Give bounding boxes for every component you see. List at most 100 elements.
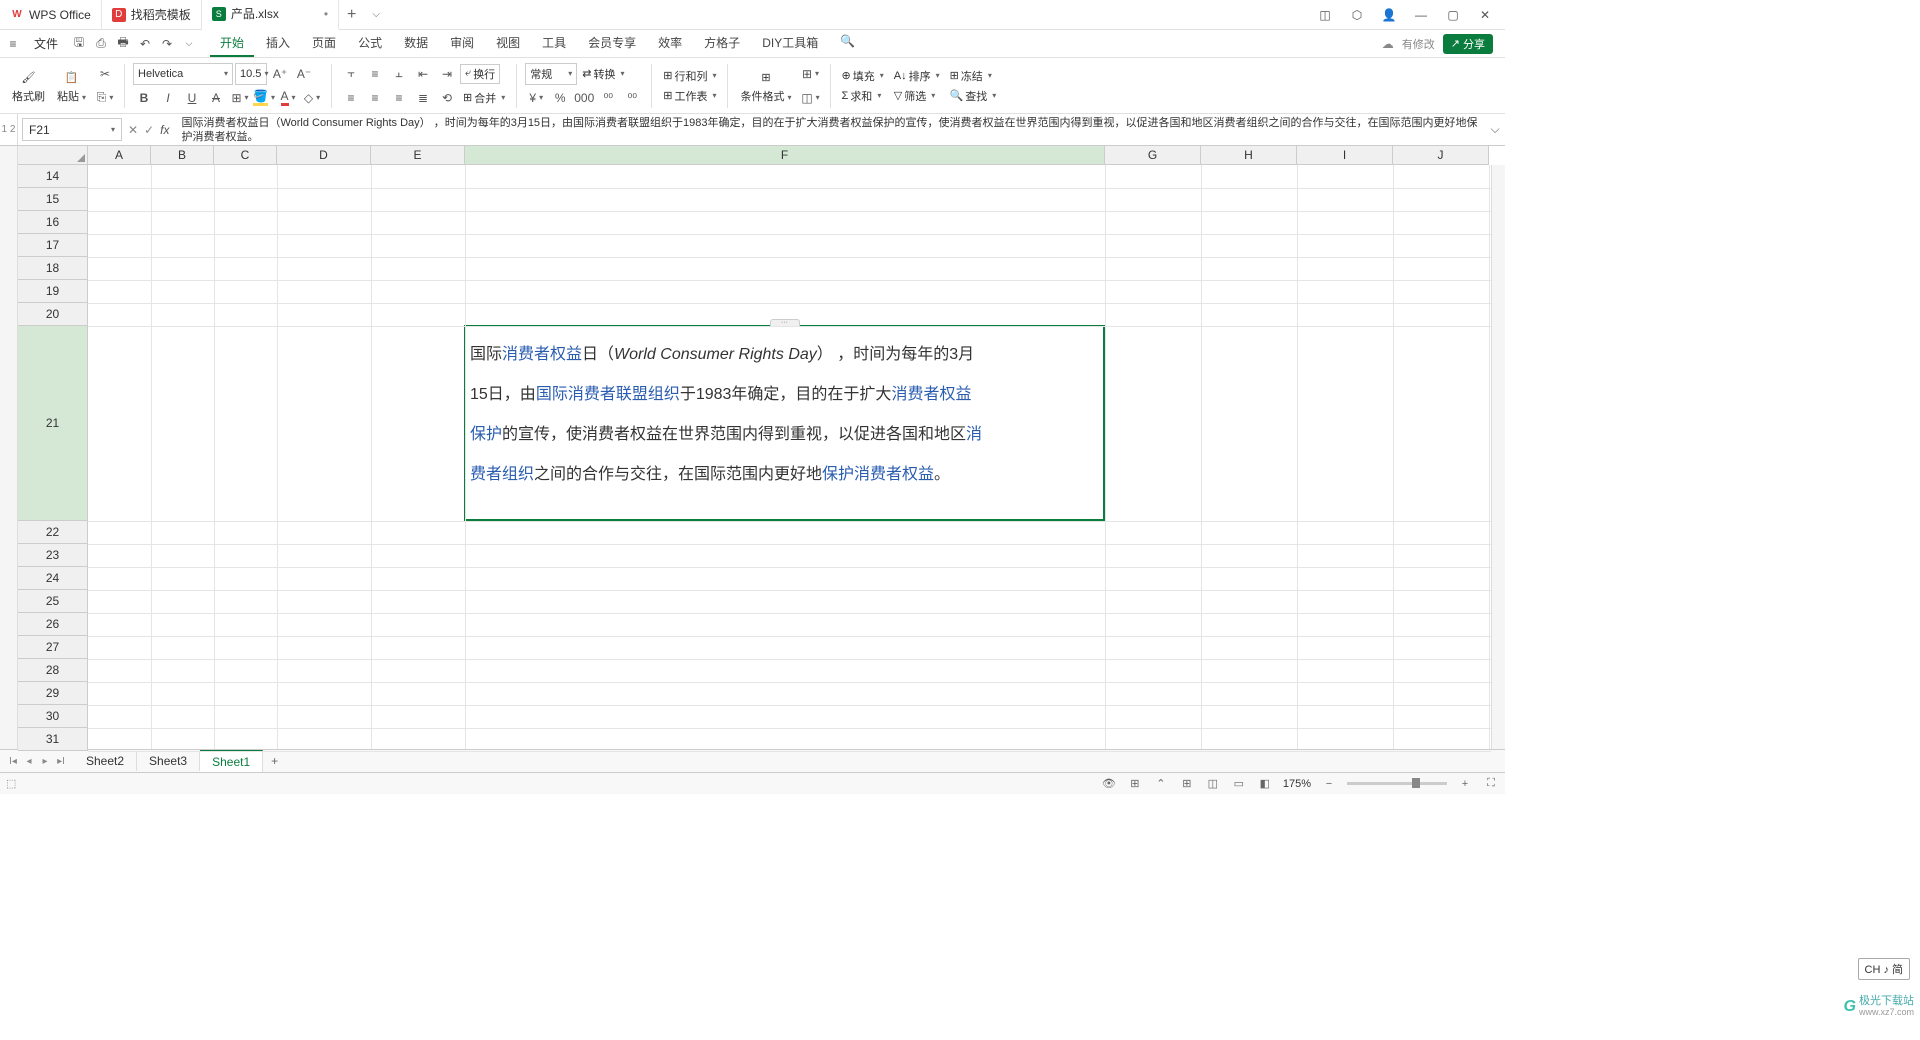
tab-page[interactable]: 页面 bbox=[302, 30, 346, 57]
fullscreen-icon[interactable]: ⛶ bbox=[1483, 776, 1499, 792]
filter-button[interactable]: ▽筛选▾ bbox=[891, 87, 943, 105]
row-header-15[interactable]: 15 bbox=[18, 188, 87, 211]
bold-icon[interactable]: B bbox=[133, 87, 155, 109]
record-macro-icon[interactable]: ⬚ bbox=[6, 777, 16, 790]
tab-start[interactable]: 开始 bbox=[210, 30, 254, 57]
redo-icon[interactable]: ↷ bbox=[158, 35, 176, 53]
col-header-e[interactable]: E bbox=[371, 146, 465, 164]
align-middle-icon[interactable]: ≡ bbox=[364, 63, 386, 85]
outline-level[interactable]: 1 2 bbox=[0, 114, 18, 145]
decimal-inc-icon[interactable]: ⁰⁰ bbox=[597, 87, 619, 109]
decrease-font-icon[interactable]: A⁻ bbox=[293, 63, 315, 85]
sheet-next-icon[interactable]: ▸ bbox=[38, 756, 52, 767]
tab-wps[interactable]: W WPS Office bbox=[0, 0, 102, 30]
col-header-d[interactable]: D bbox=[277, 146, 371, 164]
layout-icon[interactable]: ◫ bbox=[1315, 5, 1335, 25]
zoom-in-icon[interactable]: + bbox=[1457, 776, 1473, 792]
fx-icon[interactable]: fx bbox=[160, 123, 169, 137]
col-header-f[interactable]: F bbox=[465, 146, 1105, 164]
clear-format-icon[interactable]: ◇▾ bbox=[301, 87, 323, 109]
font-name-select[interactable]: Helvetica▾ bbox=[133, 63, 233, 85]
font-size-select[interactable]: 10.5▾ bbox=[235, 63, 267, 85]
page-break-icon[interactable]: ▭ bbox=[1231, 776, 1247, 792]
cancel-formula-icon[interactable]: ✕ bbox=[128, 123, 138, 137]
increase-font-icon[interactable]: A⁺ bbox=[269, 63, 291, 85]
border-icon[interactable]: ⊞▾ bbox=[229, 87, 251, 109]
tab-product-xlsx[interactable]: S 产品.xlsx • bbox=[202, 0, 339, 30]
indent-decrease-icon[interactable]: ⇤ bbox=[412, 63, 434, 85]
justify-icon[interactable]: ≣ bbox=[412, 87, 434, 109]
tab-grid-tools[interactable]: 方格子 bbox=[694, 30, 750, 57]
sheet-add-button[interactable]: + bbox=[263, 754, 286, 768]
row-col-button[interactable]: ⊞行和列▾ bbox=[660, 67, 719, 85]
paste-button[interactable]: 📋 粘贴▾ bbox=[53, 65, 90, 106]
tab-add-button[interactable]: + bbox=[339, 6, 364, 24]
apps-icon[interactable]: ⬡ bbox=[1347, 5, 1367, 25]
orientation-icon[interactable]: ⟲ bbox=[436, 87, 458, 109]
accept-formula-icon[interactable]: ✓ bbox=[144, 123, 154, 137]
zoom-level[interactable]: 175% bbox=[1283, 778, 1311, 790]
cut-icon[interactable]: ✂ bbox=[94, 63, 116, 85]
number-format-select[interactable]: 常规▾ bbox=[525, 63, 577, 85]
outline-gutter[interactable] bbox=[0, 146, 18, 749]
col-header-b[interactable]: B bbox=[151, 146, 214, 164]
tab-formula[interactable]: 公式 bbox=[348, 30, 392, 57]
save-icon[interactable]: 🖫 bbox=[70, 35, 88, 53]
cloud-sync-icon[interactable]: ☁ bbox=[1382, 37, 1394, 51]
align-bottom-icon[interactable]: ⫠ bbox=[388, 63, 410, 85]
search-icon[interactable]: 🔍 bbox=[830, 30, 865, 57]
tab-data[interactable]: 数据 bbox=[394, 30, 438, 57]
col-header-h[interactable]: H bbox=[1201, 146, 1297, 164]
vertical-scrollbar[interactable] bbox=[1491, 165, 1505, 749]
tab-view[interactable]: 视图 bbox=[486, 30, 530, 57]
reading-view-icon[interactable]: ◧ bbox=[1257, 776, 1273, 792]
maximize-button[interactable]: ▢ bbox=[1443, 5, 1463, 25]
align-left-icon[interactable]: ≡ bbox=[340, 87, 362, 109]
normal-view-icon[interactable]: ⊞ bbox=[1179, 776, 1195, 792]
col-header-g[interactable]: G bbox=[1105, 146, 1201, 164]
cell-style-icon[interactable]: ◫▾ bbox=[800, 87, 822, 109]
name-box[interactable]: F21 ▾ bbox=[22, 118, 122, 141]
row-header-24[interactable]: 24 bbox=[18, 567, 87, 590]
align-right-icon[interactable]: ≡ bbox=[388, 87, 410, 109]
col-header-j[interactable]: J bbox=[1393, 146, 1489, 164]
row-header-23[interactable]: 23 bbox=[18, 544, 87, 567]
row-header-28[interactable]: 28 bbox=[18, 659, 87, 682]
sheet-tab-sheet3[interactable]: Sheet3 bbox=[137, 751, 200, 771]
merge-button[interactable]: ⊞合并▾ bbox=[460, 89, 508, 107]
formula-expand-icon[interactable]: ⌵ bbox=[1485, 122, 1505, 137]
currency-icon[interactable]: ¥▾ bbox=[525, 87, 547, 109]
comma-icon[interactable]: 000 bbox=[573, 87, 595, 109]
sheet-last-icon[interactable]: ▸I bbox=[54, 756, 68, 767]
row-header-25[interactable]: 25 bbox=[18, 590, 87, 613]
strike-icon[interactable]: A bbox=[205, 87, 227, 109]
close-button[interactable]: ✕ bbox=[1475, 5, 1495, 25]
file-menu[interactable]: 文件 bbox=[26, 33, 66, 54]
row-header-21[interactable]: 21 bbox=[18, 326, 87, 521]
zoom-out-icon[interactable]: − bbox=[1321, 776, 1337, 792]
format-painter-button[interactable]: 🖌 格式刷 bbox=[8, 65, 49, 106]
print-icon[interactable]: ⎙ bbox=[92, 35, 110, 53]
sum-button[interactable]: Σ求和▾ bbox=[839, 87, 887, 105]
col-header-c[interactable]: C bbox=[214, 146, 277, 164]
col-header-i[interactable]: I bbox=[1297, 146, 1393, 164]
qat-more-icon[interactable]: ⌵ bbox=[180, 35, 198, 53]
sort-button[interactable]: A↓排序▾ bbox=[891, 67, 943, 85]
grid-icon[interactable]: ⊞ bbox=[1127, 776, 1143, 792]
underline-icon[interactable]: U bbox=[181, 87, 203, 109]
zoom-slider[interactable] bbox=[1347, 782, 1447, 785]
fill-button[interactable]: ⊕填充▾ bbox=[839, 67, 887, 85]
tab-templates[interactable]: D 找稻壳模板 bbox=[102, 0, 202, 30]
col-header-a[interactable]: A bbox=[88, 146, 151, 164]
sheet-tab-sheet2[interactable]: Sheet2 bbox=[74, 751, 137, 771]
tab-review[interactable]: 审阅 bbox=[440, 30, 484, 57]
cond-format-button[interactable]: ⊞ 条件格式▾ bbox=[736, 65, 795, 106]
sheet-prev-icon[interactable]: ◂ bbox=[22, 756, 36, 767]
copy-icon[interactable]: ⎘▾ bbox=[94, 87, 116, 109]
row-header-31[interactable]: 31 bbox=[18, 728, 87, 751]
decimal-dec-icon[interactable]: ⁰⁰ bbox=[621, 87, 643, 109]
row-header-17[interactable]: 17 bbox=[18, 234, 87, 257]
tab-insert[interactable]: 插入 bbox=[256, 30, 300, 57]
italic-icon[interactable]: I bbox=[157, 87, 179, 109]
tab-efficiency[interactable]: 效率 bbox=[648, 30, 692, 57]
